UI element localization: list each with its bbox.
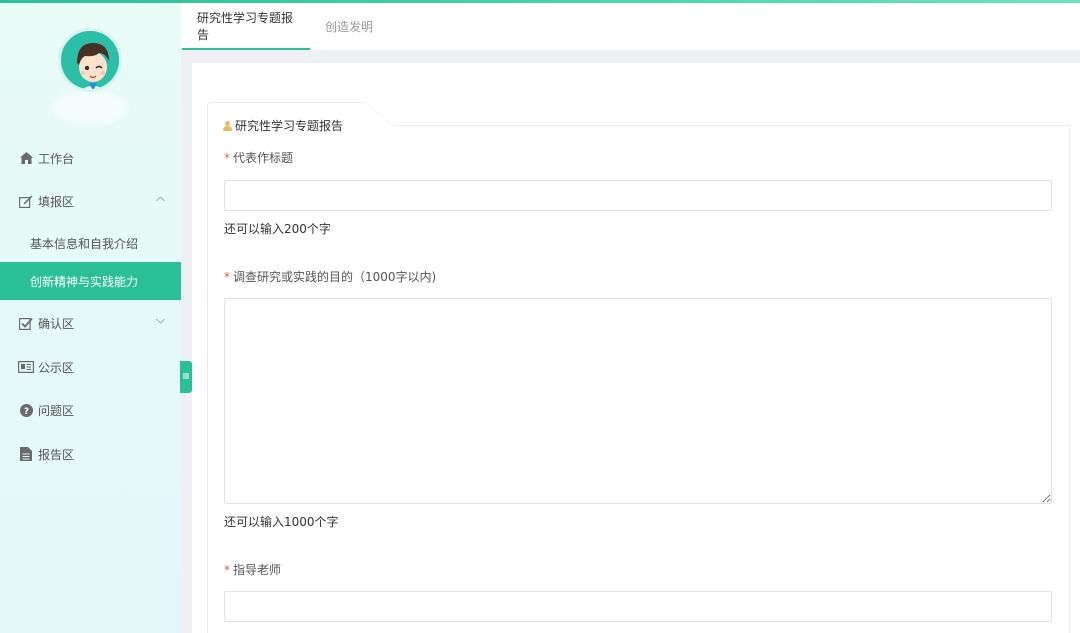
chevron-up-icon bbox=[156, 194, 165, 205]
sidebar-subitem-label: 创新精神与实践能力 bbox=[30, 274, 139, 289]
tab-label: 创造发明 bbox=[325, 20, 374, 34]
required-marker: * bbox=[224, 151, 230, 165]
chevron-down-icon bbox=[156, 316, 165, 327]
sidebar-item-label: 公示区 bbox=[38, 360, 75, 375]
panel-tab-corner bbox=[364, 102, 396, 128]
tab-invention[interactable]: 创造发明 bbox=[310, 3, 388, 50]
sidebar-item-label: 确认区 bbox=[38, 316, 75, 331]
avatar-shadow bbox=[52, 91, 128, 125]
sidebar: 工作台 填报区 基本信息和自我介绍 创新精神与实践能力 确认区 公示区 ? 问题… bbox=[0, 3, 181, 633]
menu-icon bbox=[183, 372, 189, 382]
sidebar-subitem-innovation[interactable]: 创新精神与实践能力 bbox=[0, 262, 181, 300]
sidebar-item-label: 工作台 bbox=[38, 151, 75, 166]
sidebar-item-questions[interactable]: ? 问题区 bbox=[0, 391, 181, 429]
required-marker: * bbox=[224, 270, 230, 284]
tab-research-report[interactable]: 研究性学习专题报告 bbox=[182, 3, 310, 50]
main-content: 研究性学习专题报告 * 代表作标题 还可以输入200个字 * 调查研究或实践的目的（… bbox=[192, 63, 1080, 633]
user-icon bbox=[223, 120, 232, 131]
label-text: 调查研究或实践的目的（1000字以内) bbox=[233, 270, 437, 284]
label-text: 指导老师 bbox=[233, 563, 282, 577]
newspaper-icon bbox=[18, 359, 34, 375]
sidebar-item-label: 问题区 bbox=[38, 403, 75, 418]
checkbox-icon bbox=[18, 315, 34, 331]
field-label-title: * 代表作标题 bbox=[224, 149, 293, 166]
purpose-textarea[interactable] bbox=[224, 298, 1052, 504]
home-icon bbox=[18, 150, 34, 166]
sidebar-subitem-label: 基本信息和自我介绍 bbox=[30, 236, 139, 251]
sidebar-item-confirm[interactable]: 确认区 bbox=[0, 304, 181, 342]
panel-title-text: 研究性学习专题报告 bbox=[235, 119, 344, 133]
sidebar-item-label: 报告区 bbox=[38, 447, 75, 462]
panel-title: 研究性学习专题报告 bbox=[223, 117, 343, 134]
file-icon bbox=[18, 446, 34, 462]
sidebar-subitem-basic-info[interactable]: 基本信息和自我介绍 bbox=[0, 224, 181, 262]
edit-icon bbox=[18, 193, 34, 209]
purpose-char-hint: 还可以输入1000个字 bbox=[224, 515, 339, 529]
sidebar-item-fill[interactable]: 填报区 bbox=[0, 182, 181, 220]
svg-text:?: ? bbox=[23, 407, 28, 417]
field-label-purpose: * 调查研究或实践的目的（1000字以内) bbox=[224, 268, 436, 285]
tab-label: 研究性学习专题报告 bbox=[197, 10, 294, 42]
avatar[interactable] bbox=[58, 28, 122, 92]
required-marker: * bbox=[224, 563, 230, 577]
advisor-input[interactable] bbox=[224, 591, 1052, 622]
avatar-icon bbox=[61, 31, 119, 89]
sidebar-collapse-toggle[interactable] bbox=[180, 361, 192, 393]
sidebar-item-public[interactable]: 公示区 bbox=[0, 348, 181, 386]
title-char-hint: 还可以输入200个字 bbox=[224, 222, 331, 236]
sidebar-item-workbench[interactable]: 工作台 bbox=[0, 139, 181, 177]
field-label-advisor: * 指导老师 bbox=[224, 561, 281, 578]
tab-bar: 研究性学习专题报告 创造发明 bbox=[181, 3, 1080, 50]
title-input[interactable] bbox=[224, 180, 1052, 211]
sidebar-item-report[interactable]: 报告区 bbox=[0, 435, 181, 473]
label-text: 代表作标题 bbox=[233, 151, 294, 165]
question-circle-icon: ? bbox=[18, 402, 34, 418]
sidebar-item-label: 填报区 bbox=[38, 194, 75, 209]
